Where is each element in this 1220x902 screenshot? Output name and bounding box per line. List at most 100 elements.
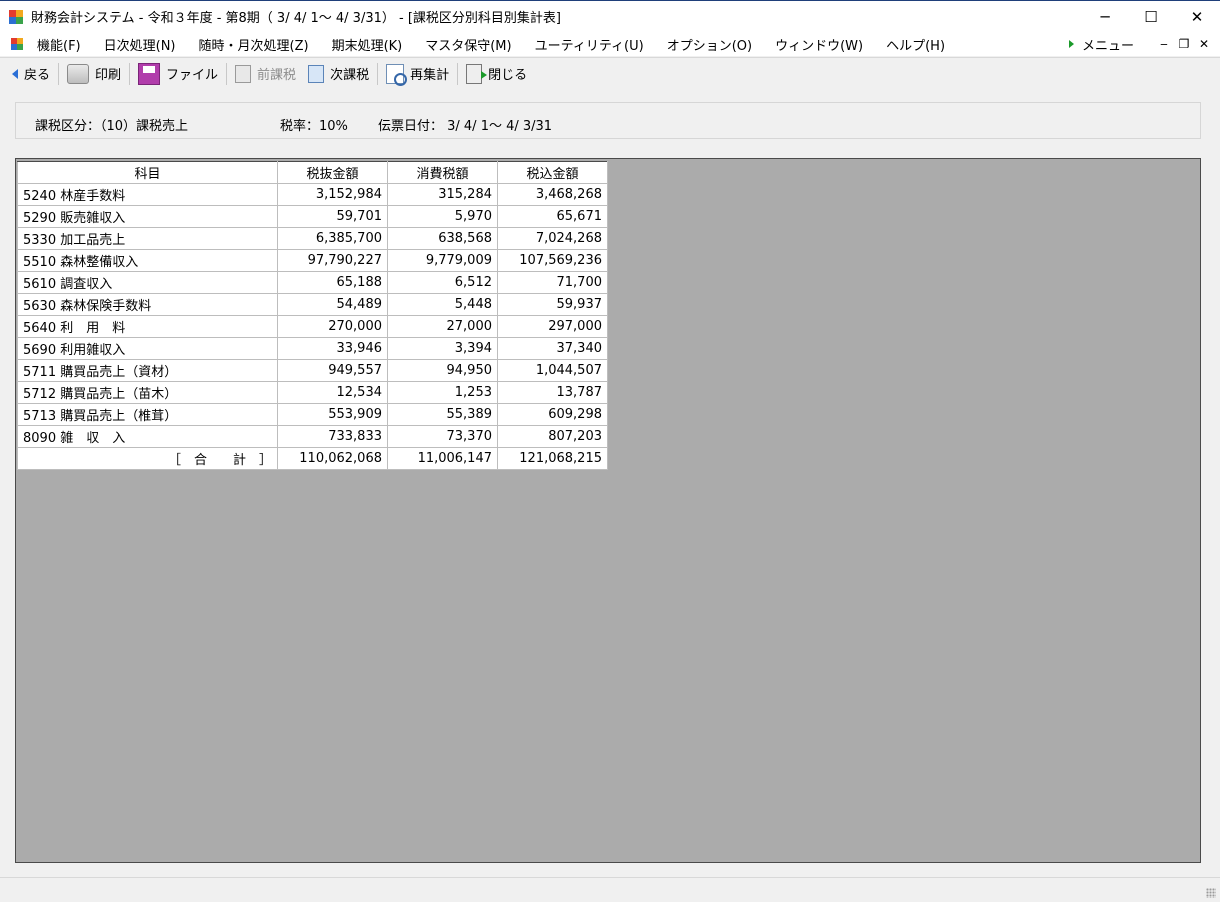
toolbar-separator bbox=[58, 62, 60, 85]
toolbar: 戻る 印刷 ファイル 前課税 次課税 再集計 閉じる bbox=[0, 57, 1220, 89]
menu-help[interactable]: ヘルプ(H) bbox=[886, 35, 945, 54]
mdi-minimize-button[interactable]: ‒ bbox=[1154, 37, 1174, 51]
mdi-restore-button[interactable]: ❐ bbox=[1174, 37, 1194, 51]
table-row[interactable]: 5290 販売雑収入 59,701 5,970 65,671 bbox=[17, 205, 608, 228]
table-row[interactable]: 5713 購買品売上（椎茸） 553,909 55,389 609,298 bbox=[17, 403, 608, 426]
cell-gross: 65,671 bbox=[497, 205, 608, 228]
cell-account: 5290 販売雑収入 bbox=[17, 205, 278, 228]
status-bar bbox=[0, 877, 1220, 902]
menu-window[interactable]: ウィンドウ(W) bbox=[775, 35, 863, 54]
tax-category-text: 課税区分：（10）課税売上 bbox=[35, 119, 189, 134]
cell-tax: 6,512 bbox=[387, 271, 498, 294]
exit-door-icon bbox=[466, 63, 488, 84]
toolbar-separator bbox=[377, 62, 379, 85]
header-account[interactable]: 科目 bbox=[17, 161, 278, 184]
table-row[interactable]: 8090 雑 収 入 733,833 73,370 807,203 bbox=[17, 425, 608, 448]
cell-gross: 59,937 bbox=[497, 293, 608, 316]
total-label: ［ 合 計 ］ bbox=[17, 447, 278, 470]
resize-grip-icon[interactable] bbox=[1206, 888, 1216, 898]
cell-tax: 3,394 bbox=[387, 337, 498, 360]
table-row[interactable]: 5240 林産手数料 3,152,984 315,284 3,468,268 bbox=[17, 183, 608, 206]
menu-master[interactable]: マスタ保守(M) bbox=[425, 35, 511, 54]
file-button[interactable]: ファイル bbox=[132, 61, 224, 87]
cell-net: 733,833 bbox=[277, 425, 388, 448]
cell-account: 5690 利用雑収入 bbox=[17, 337, 278, 360]
table-row[interactable]: 5510 森林整備収入 97,790,227 9,779,009 107,569,23… bbox=[17, 249, 608, 272]
cell-net: 12,534 bbox=[277, 381, 388, 404]
menu-bar: 機能(F) 日次処理(N) 随時・月次処理(Z) 期末処理(K) マスタ保守(M… bbox=[0, 32, 1220, 56]
menu-daily[interactable]: 日次処理(N) bbox=[104, 35, 176, 54]
cell-tax: 73,370 bbox=[387, 425, 498, 448]
back-label: 戻る bbox=[24, 68, 51, 83]
cell-gross: 7,024,268 bbox=[497, 227, 608, 250]
total-tax: 11,006,147 bbox=[387, 447, 498, 470]
cell-account: 5630 森林保険手数料 bbox=[17, 293, 278, 316]
document-icon bbox=[235, 64, 252, 83]
cell-net: 59,701 bbox=[277, 205, 388, 228]
minimize-button[interactable]: ─ bbox=[1082, 1, 1128, 32]
cell-tax: 9,779,009 bbox=[387, 249, 498, 272]
print-button[interactable]: 印刷 bbox=[61, 61, 127, 87]
table-row[interactable]: 5330 加工品売上 6,385,700 638,568 7,024,268 bbox=[17, 227, 608, 250]
menu-option[interactable]: オプション(O) bbox=[667, 35, 752, 54]
cell-gross: 297,000 bbox=[497, 315, 608, 338]
cell-tax: 5,970 bbox=[387, 205, 498, 228]
table-row[interactable]: 5630 森林保険手数料 54,489 5,448 59,937 bbox=[17, 293, 608, 316]
table-row[interactable]: 5610 調査収入 65,188 6,512 71,700 bbox=[17, 271, 608, 294]
cell-tax: 5,448 bbox=[387, 293, 498, 316]
app-icon bbox=[9, 9, 23, 24]
filter-info-panel: 課税区分：（10）課税売上 税率：10% 伝票日付： 3/ 4/ 1～ 4/ 3… bbox=[15, 102, 1201, 139]
close-label: 閉じる bbox=[488, 68, 528, 83]
menu-monthly[interactable]: 随時・月次処理(Z) bbox=[199, 35, 309, 54]
header-tax-amount[interactable]: 消費税額 bbox=[387, 161, 498, 184]
close-button[interactable]: 閉じる bbox=[460, 61, 533, 87]
recalc-button[interactable]: 再集計 bbox=[380, 61, 455, 87]
magnifier-icon bbox=[386, 63, 408, 86]
toolbar-separator bbox=[129, 62, 131, 85]
cell-gross: 1,044,507 bbox=[497, 359, 608, 382]
summary-table[interactable]: 科目 税抜金額 消費税額 税込金額 5240 林産手数料 3,152,984 315… bbox=[17, 161, 608, 470]
cell-tax: 1,253 bbox=[387, 381, 498, 404]
cell-gross: 609,298 bbox=[497, 403, 608, 426]
cell-net: 54,489 bbox=[277, 293, 388, 316]
document-icon[interactable] bbox=[11, 38, 23, 50]
toolbar-separator bbox=[226, 62, 228, 85]
maximize-button[interactable]: ☐ bbox=[1128, 1, 1174, 32]
table-row[interactable]: 5711 購買品売上（資材） 949,557 94,950 1,044,507 bbox=[17, 359, 608, 382]
toolbar-separator bbox=[457, 62, 459, 85]
grid-area: 科目 税抜金額 消費税額 税込金額 5240 林産手数料 3,152,984 315… bbox=[15, 158, 1201, 863]
prev-tax-button[interactable]: 前課税 bbox=[229, 61, 302, 87]
cell-net: 270,000 bbox=[277, 315, 388, 338]
menu-utility[interactable]: ユーティリティ(U) bbox=[535, 35, 644, 54]
cell-net: 97,790,227 bbox=[277, 249, 388, 272]
header-net-amount[interactable]: 税抜金額 bbox=[277, 161, 388, 184]
back-button[interactable]: 戻る bbox=[0, 61, 56, 87]
mdi-close-button[interactable]: ✕ bbox=[1194, 37, 1214, 51]
file-label: ファイル bbox=[166, 68, 219, 83]
total-gross: 121,068,215 bbox=[497, 447, 608, 470]
table-row[interactable]: 5690 利用雑収入 33,946 3,394 37,340 bbox=[17, 337, 608, 360]
table-row[interactable]: 5712 購買品売上（苗木） 12,534 1,253 13,787 bbox=[17, 381, 608, 404]
cell-net: 65,188 bbox=[277, 271, 388, 294]
cell-account: 5640 利 用 料 bbox=[17, 315, 278, 338]
menu-function[interactable]: 機能(F) bbox=[37, 35, 81, 54]
cell-account: 5610 調査収入 bbox=[17, 271, 278, 294]
header-gross-amount[interactable]: 税込金額 bbox=[497, 161, 608, 184]
table-row[interactable]: 5640 利 用 料 270,000 27,000 297,000 bbox=[17, 315, 608, 338]
title-bar: 財務会計システム - 令和３年度 - 第8期（ 3/ 4/ 1～ 4/ 3/31… bbox=[0, 0, 1220, 32]
cell-account: 5711 購買品売上（資材） bbox=[17, 359, 278, 382]
tax-rate-text: 税率：10% bbox=[280, 119, 348, 134]
cell-gross: 807,203 bbox=[497, 425, 608, 448]
play-icon bbox=[1068, 40, 1074, 48]
recalc-label: 再集計 bbox=[410, 68, 450, 83]
menu-launcher[interactable]: メニュー bbox=[1082, 35, 1134, 54]
next-tax-button[interactable]: 次課税 bbox=[302, 61, 375, 87]
cell-account: 5510 森林整備収入 bbox=[17, 249, 278, 272]
cell-gross: 71,700 bbox=[497, 271, 608, 294]
cell-net: 3,152,984 bbox=[277, 183, 388, 206]
menu-period-end[interactable]: 期末処理(K) bbox=[332, 35, 403, 54]
close-window-button[interactable]: ✕ bbox=[1174, 1, 1220, 32]
table-total-row[interactable]: ［ 合 計 ］ 110,062,068 11,006,147 121,068,2… bbox=[17, 447, 608, 470]
cell-account: 8090 雑 収 入 bbox=[17, 425, 278, 448]
cell-tax: 27,000 bbox=[387, 315, 498, 338]
